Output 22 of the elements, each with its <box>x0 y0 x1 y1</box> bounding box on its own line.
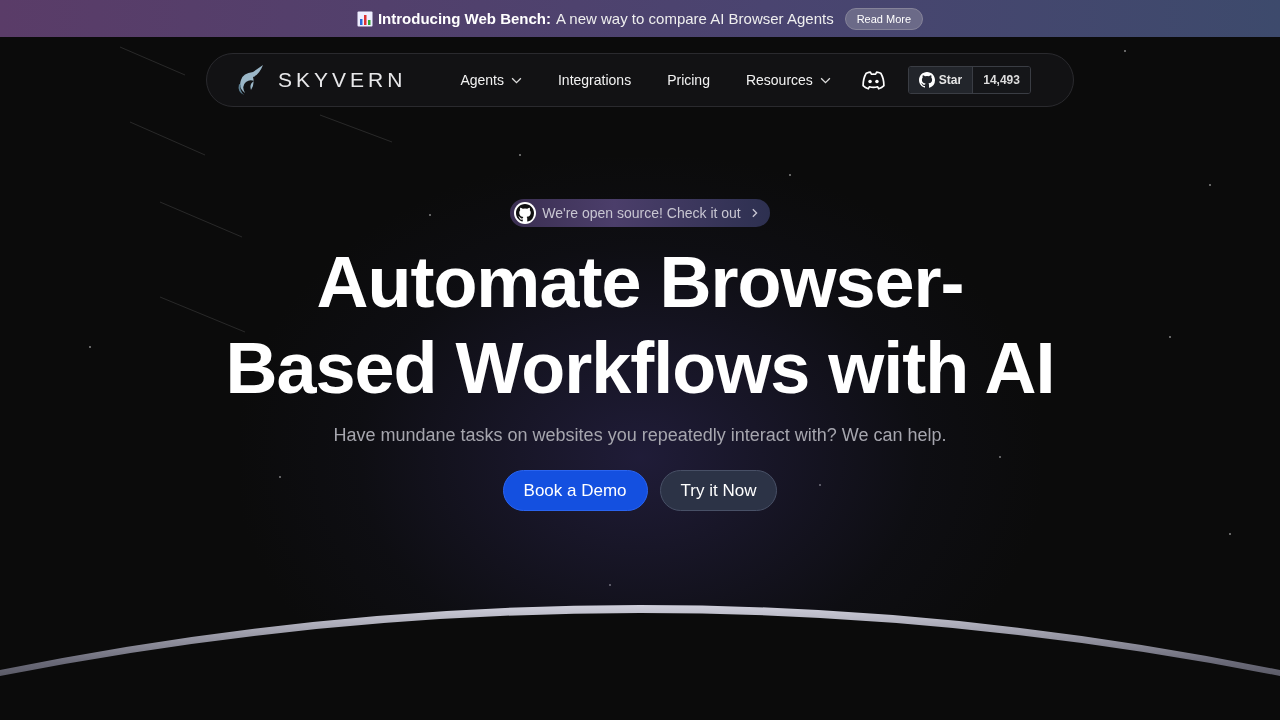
discord-icon[interactable] <box>860 70 886 90</box>
bar-chart-icon <box>356 10 373 27</box>
nav-link[interactable]: Pricing <box>667 72 710 88</box>
hero-title: Automate Browser- Based Workflows with AI <box>225 241 1055 410</box>
github-icon <box>516 204 535 222</box>
github-star-button[interactable]: Star <box>908 67 974 93</box>
open-source-link[interactable]: We're open source! Check it out <box>510 199 770 227</box>
book-demo-button[interactable]: Book a Demo <box>502 470 648 511</box>
read-more-button[interactable]: Read More <box>844 7 924 30</box>
logo-wordmark: SKYVERN <box>278 68 407 92</box>
nav-dropdown[interactable]: Agents <box>460 72 522 88</box>
github-icon <box>918 72 935 88</box>
chevron-right-icon <box>750 208 758 218</box>
nav-link[interactable]: Integrations <box>557 72 632 88</box>
chevron-down-icon <box>510 76 522 84</box>
announcement-title: Introducing Web Bench: <box>377 10 551 27</box>
hero-subtitle: Have mundane tasks on websites you repeatedly interact with? We can help. <box>333 425 947 446</box>
announcement-text: A new way to compare AI Browser Agents <box>556 10 834 27</box>
star-count[interactable]: 14,493 <box>973 67 1030 93</box>
chevron-down-icon <box>819 76 831 84</box>
try-now-button[interactable]: Try it Now <box>659 470 778 511</box>
nav-dropdown[interactable]: Resources <box>745 72 831 88</box>
